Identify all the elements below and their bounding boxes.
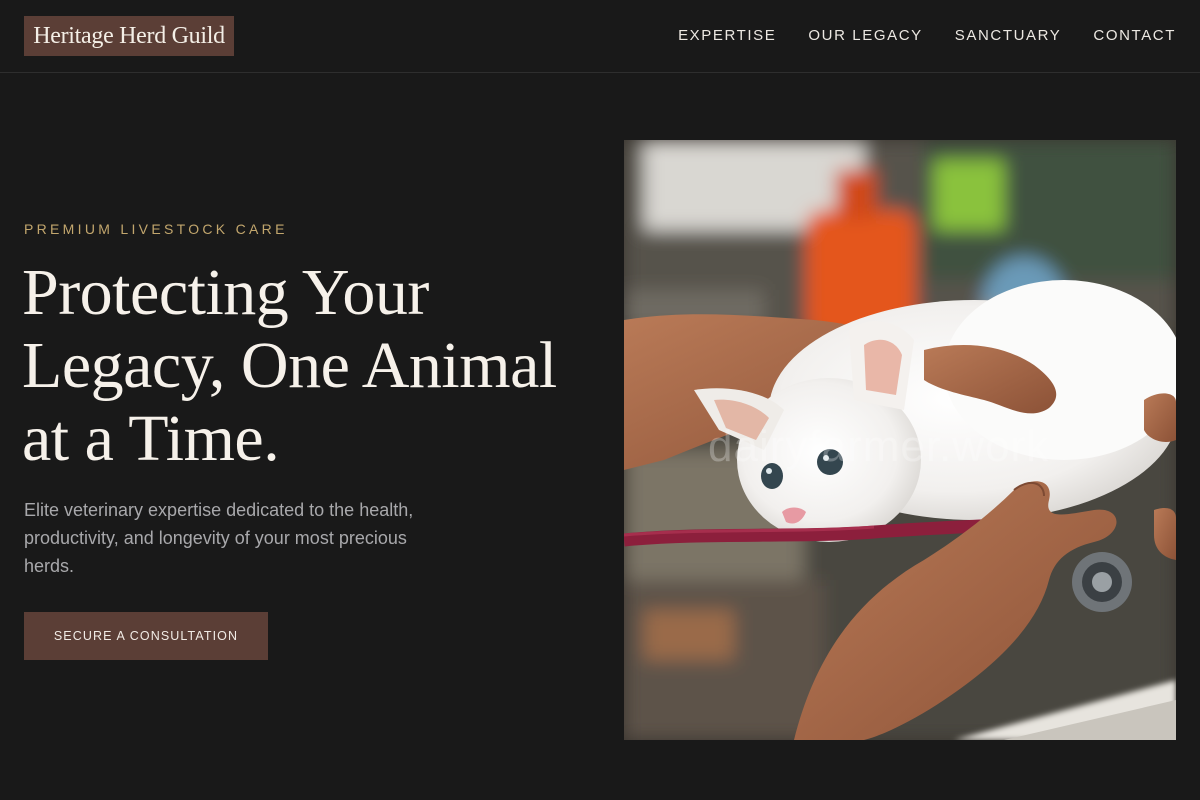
hero-photo: dairyfarmer.work (624, 140, 1176, 740)
hero-eyebrow: PREMIUM LIVESTOCK CARE (24, 221, 288, 237)
site-header: Heritage Herd Guild EXPERTISE OUR LEGACY… (0, 0, 1200, 73)
brand-name: Heritage Herd Guild (33, 22, 225, 49)
brand-logo[interactable]: Heritage Herd Guild (24, 16, 234, 56)
nav-link-expertise[interactable]: EXPERTISE (678, 27, 776, 44)
secure-consultation-button[interactable]: SECURE A CONSULTATION (24, 612, 268, 660)
nav-link-our-legacy[interactable]: OUR LEGACY (808, 27, 922, 44)
nav-link-contact[interactable]: CONTACT (1093, 27, 1176, 44)
hero-headline: Protecting Your Legacy, One Animal at a … (22, 256, 557, 475)
image-watermark: dairyfarmer.work (708, 422, 1050, 471)
main-nav: EXPERTISE OUR LEGACY SANCTUARY CONTACT (678, 24, 1176, 46)
hero-description: Elite veterinary expertise dedicated to … (24, 500, 414, 576)
nav-link-sanctuary[interactable]: SANCTUARY (955, 27, 1062, 44)
